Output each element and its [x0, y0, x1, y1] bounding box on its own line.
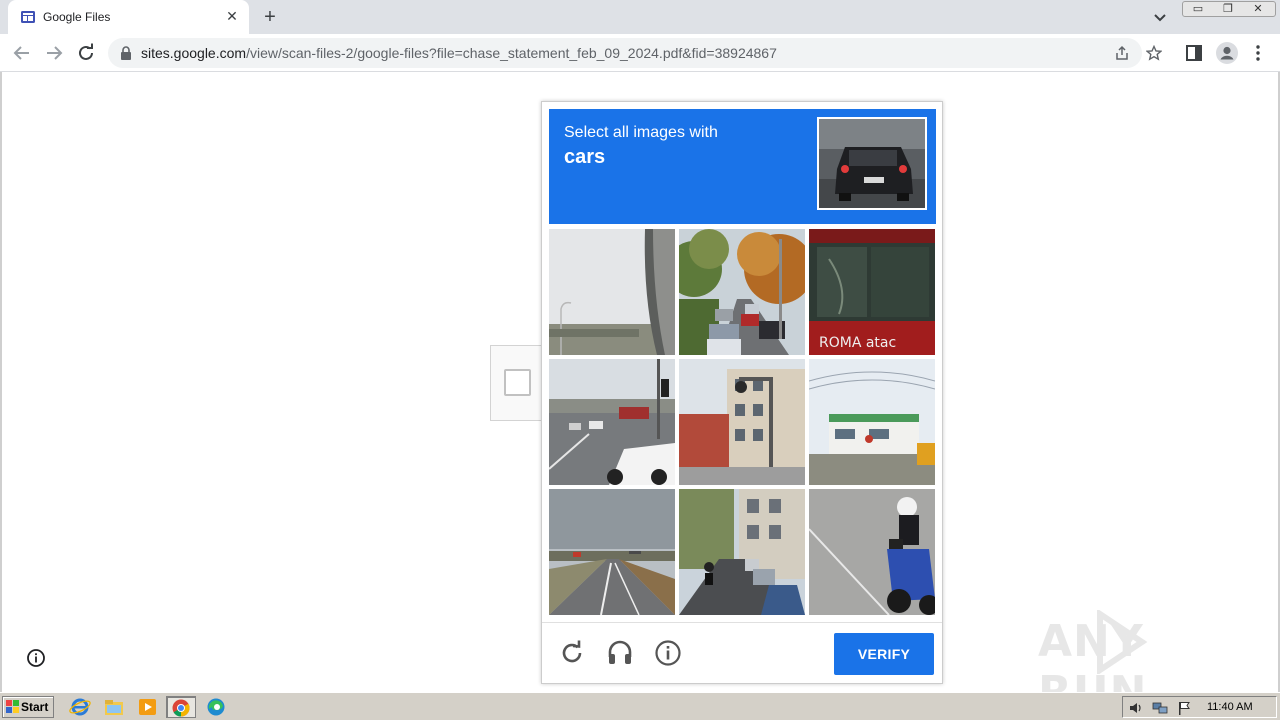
forward-icon[interactable] — [42, 41, 66, 65]
new-tab-button[interactable]: + — [258, 5, 282, 29]
internet-explorer-icon[interactable] — [68, 696, 92, 718]
challenge-footer: VERIFY — [542, 622, 942, 684]
volume-icon[interactable] — [1128, 700, 1144, 716]
action-center-flag-icon[interactable] — [1176, 700, 1192, 716]
chrome-taskbar-button[interactable] — [166, 696, 196, 718]
start-button[interactable]: Start — [2, 696, 54, 718]
share-icon[interactable] — [1114, 45, 1130, 61]
media-player-icon[interactable] — [136, 696, 160, 718]
image-tile-3[interactable]: ROMA atac — [809, 229, 935, 355]
image-tile-8[interactable] — [679, 489, 805, 615]
image-tile-9[interactable] — [809, 489, 935, 615]
system-tray: 11:40 AM — [1122, 696, 1277, 718]
chrome-icon — [172, 699, 190, 717]
chevron-down-icon[interactable] — [1151, 8, 1169, 26]
image-tile-4[interactable] — [549, 359, 675, 485]
sample-image — [817, 117, 927, 210]
image-tile-7[interactable] — [549, 489, 675, 615]
audio-challenge-icon[interactable] — [606, 639, 634, 667]
browser-tab[interactable]: Google Files ✕ — [8, 0, 249, 34]
target-keyword: cars — [564, 146, 606, 168]
menu-kebab-icon[interactable] — [1248, 43, 1268, 63]
reload-icon[interactable] — [74, 41, 98, 65]
reload-challenge-icon[interactable] — [558, 639, 586, 667]
recaptcha-anchor — [490, 345, 542, 421]
tab-title: Google Files — [43, 10, 111, 24]
url-text: sites.google.com/view/scan-files-2/googl… — [141, 45, 777, 61]
anyrun-watermark: ANY RUN — [1038, 610, 1238, 718]
instruction-text: Select all images with — [564, 124, 718, 141]
restore-button[interactable]: ❐ — [1215, 2, 1241, 16]
tab-strip: Google Files ✕ + ▭ ❐ ✕ — [0, 0, 1280, 34]
image-tile-6[interactable] — [809, 359, 935, 485]
edge-icon[interactable] — [204, 696, 228, 718]
windows-logo-icon — [6, 700, 19, 713]
bus-sign: ROMA atac — [819, 335, 896, 351]
network-icon[interactable] — [1152, 700, 1168, 716]
image-tile-2[interactable] — [679, 229, 805, 355]
browser-toolbar: sites.google.com/view/scan-files-2/googl… — [0, 34, 1280, 72]
side-panel-icon[interactable] — [1184, 43, 1204, 63]
taskbar: Start 11:40 AM — [0, 692, 1280, 720]
back-icon[interactable] — [10, 41, 34, 65]
minimize-button[interactable]: ▭ — [1185, 2, 1211, 16]
clock: 11:40 AM — [1207, 701, 1253, 713]
profile-avatar-icon[interactable] — [1215, 41, 1239, 65]
lock-icon[interactable] — [120, 46, 132, 60]
recaptcha-checkbox[interactable] — [504, 369, 531, 396]
info-help-icon[interactable] — [654, 639, 682, 667]
close-tab-icon[interactable]: ✕ — [224, 8, 240, 24]
image-tile-5[interactable] — [679, 359, 805, 485]
file-explorer-icon[interactable] — [102, 696, 126, 718]
info-icon[interactable] — [26, 648, 46, 668]
bookmark-star-icon[interactable] — [1146, 45, 1162, 61]
image-grid: ROMA atac — [549, 229, 937, 617]
image-tile-1[interactable] — [549, 229, 675, 355]
captcha-challenge: Select all images with cars ROMA atac VE… — [541, 101, 943, 684]
close-window-button[interactable]: ✕ — [1245, 2, 1271, 16]
verify-button[interactable]: VERIFY — [834, 633, 934, 675]
start-label: Start — [21, 700, 49, 714]
challenge-header: Select all images with cars — [549, 109, 936, 224]
window-controls: ▭ ❐ ✕ — [1182, 1, 1276, 17]
address-bar[interactable]: sites.google.com/view/scan-files-2/googl… — [108, 38, 1162, 68]
google-sites-icon — [21, 11, 35, 23]
